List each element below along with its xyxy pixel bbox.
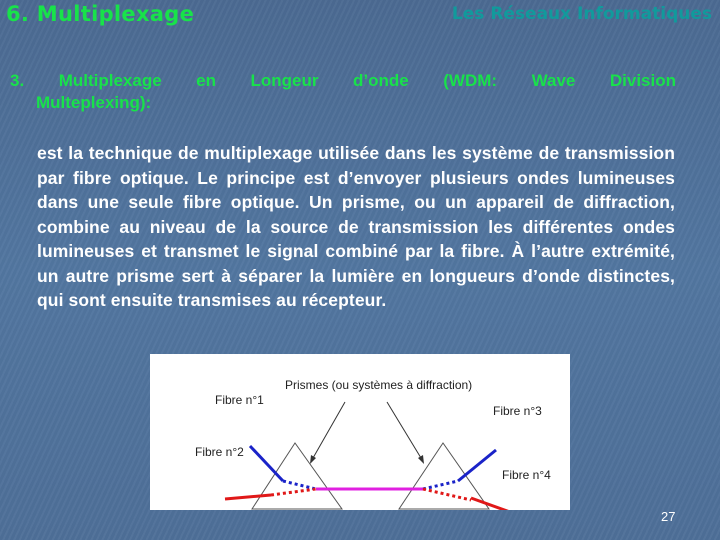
arrow-head-right [418,455,424,464]
fibre-4-line [470,496,509,510]
fibre-1-dotted [282,479,317,491]
section-heading-line2: Multeplexing): [36,93,152,112]
label-fibre-2: Fibre n°2 [195,445,244,459]
diagram-caption: Prismes (ou systèmes à diffraction) [285,378,472,392]
fibre-2-line [224,493,272,501]
section-heading-line1: 3. Multiplexage en Longeur d’onde (WDM: … [10,71,676,90]
arrow-right-prism [386,401,422,459]
prism-left [251,442,343,510]
fibre-1-line [248,444,285,483]
arrow-head-left [310,455,316,464]
fibre-3-line [457,448,497,483]
label-fibre-1: Fibre n°1 [215,393,264,407]
label-fibre-4: Fibre n°4 [502,468,551,482]
page-number: 27 [661,509,676,524]
wdm-diagram-svg: Prismes (ou systèmes à diffraction) Fibr… [195,378,551,510]
label-fibre-3: Fibre n°3 [493,404,542,418]
body-paragraph: est la technique de multiplexage utilisé… [37,143,675,310]
course-title: Les Réseaux Informatiques [451,4,712,24]
fibre-2-dotted [270,487,317,497]
slide-title: 6. Multiplexage [6,2,195,26]
arrow-left-prism [312,401,346,459]
fibre-3-dotted [422,479,459,491]
wdm-diagram: Prismes (ou systèmes à diffraction) Fibr… [150,354,570,510]
fibre-4-dotted [422,487,472,502]
